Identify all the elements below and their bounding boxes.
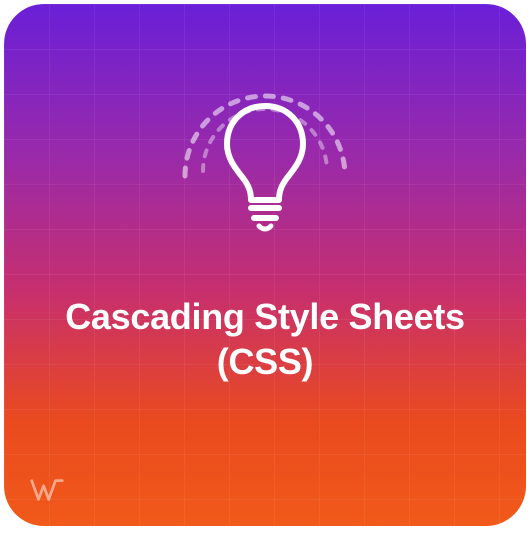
card-title: Cascading Style Sheets (CSS) — [4, 294, 526, 384]
title-line-2: (CSS) — [217, 341, 314, 382]
title-line-1: Cascading Style Sheets — [65, 296, 465, 337]
w-logo-icon — [30, 476, 64, 504]
lightbulb-icon — [155, 46, 375, 266]
info-card: Cascading Style Sheets (CSS) — [4, 4, 526, 526]
